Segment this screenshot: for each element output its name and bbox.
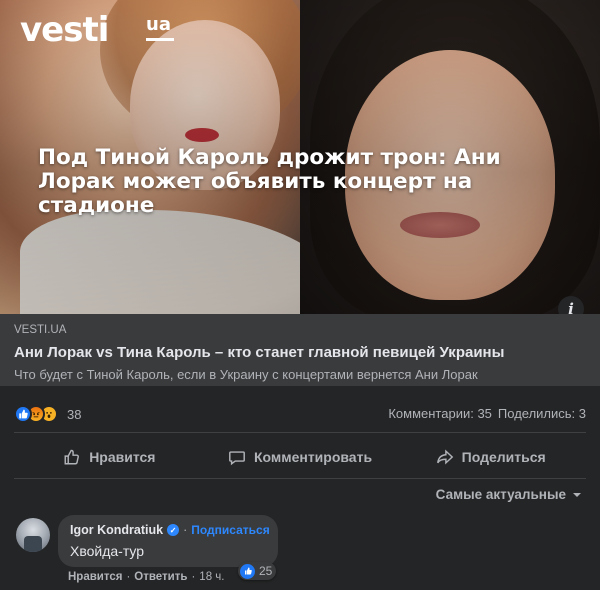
separator-dot: · [183, 523, 188, 537]
sort-label: Самые актуальные [435, 487, 566, 502]
post-stats: Комментарии: 35 Поделились: 3 [388, 406, 586, 421]
comment-icon [229, 451, 245, 466]
reaction-count: 38 [67, 406, 82, 422]
comment-reaction-count: 25 [259, 564, 273, 578]
vesti-logo: vesti [20, 10, 109, 50]
avatar[interactable] [16, 518, 50, 552]
like-button-label: Нравится [89, 449, 156, 465]
comment-button-label: Комментировать [253, 449, 373, 465]
comment-author-line: Igor Kondratiuk ✓ · Подписаться [70, 523, 270, 537]
subscribe-link[interactable]: Подписаться [191, 523, 269, 537]
comment-reply-button[interactable]: Ответить [134, 571, 187, 583]
post-actions: Нравится Комментировать Поделиться [14, 438, 586, 476]
chevron-down-icon [573, 492, 581, 497]
share-button-label: Поделиться [461, 449, 546, 465]
image-headline: Под Тиной Кароль дрожит трон: Ани Лорак … [38, 145, 501, 218]
comment-like-button[interactable]: Нравится [68, 571, 122, 583]
like-icon [240, 563, 255, 579]
thumbs-up-icon [64, 449, 80, 465]
comment-text: Хвойда-тур [70, 543, 145, 559]
comment-time[interactable]: 18 ч. [199, 571, 224, 583]
verified-badge-icon: ✓ [167, 524, 180, 536]
comments-count[interactable]: Комментарии: 35 [388, 406, 492, 421]
facebook-post: vesti ua Под Тиной Кароль дрожит трон: А… [0, 0, 600, 590]
like-icon [14, 405, 32, 423]
link-domain: VESTI.UA [14, 324, 67, 336]
comment-author[interactable]: Igor Kondratiuk [70, 523, 163, 537]
vesti-logo-ua: ua [146, 14, 171, 35]
separator-dot: · [126, 571, 131, 583]
separator-dot: · [191, 571, 196, 583]
link-preview[interactable]: VESTI.UA Ани Лорак vs Тина Кароль – кто … [0, 314, 600, 386]
vesti-logo-underline [146, 38, 174, 41]
divider-top [14, 432, 586, 433]
like-button[interactable]: Нравится [14, 438, 205, 476]
share-button[interactable]: Поделиться [395, 438, 586, 476]
comment-reaction-badge[interactable]: 25 [238, 562, 277, 580]
shares-count[interactable]: Поделились: 3 [498, 406, 586, 421]
comment-actions: Нравится · Ответить · 18 ч. [68, 571, 224, 583]
comment-button[interactable]: Комментировать [205, 438, 396, 476]
comment-sort-dropdown[interactable]: Самые актуальные [436, 487, 582, 502]
link-description: Что будет с Тиной Кароль, если в Украину… [14, 367, 478, 382]
link-title[interactable]: Ани Лорак vs Тина Кароль – кто станет гл… [14, 344, 504, 361]
divider-bottom [14, 478, 586, 479]
comment-bubble: Igor Kondratiuk ✓ · Подписаться Хвойда-т… [58, 515, 278, 567]
reaction-summary[interactable]: 38 [14, 404, 81, 424]
share-icon [436, 449, 453, 465]
article-image[interactable]: vesti ua Под Тиной Кароль дрожит трон: А… [0, 0, 600, 314]
